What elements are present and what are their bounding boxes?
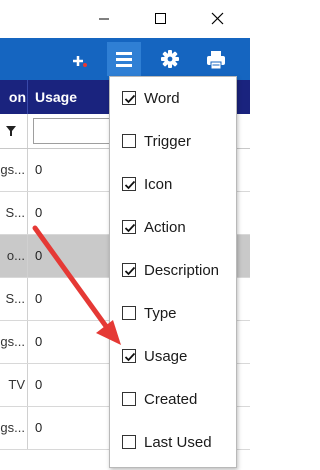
usage-cell: 0 <box>35 248 43 263</box>
checkbox-checked[interactable] <box>122 220 136 234</box>
add-icon <box>73 56 87 67</box>
usage-cell: 0 <box>35 162 43 177</box>
column-header[interactable]: on <box>0 80 28 114</box>
menu-item-icon[interactable]: Icon <box>110 163 236 207</box>
checkmark-icon <box>124 223 136 233</box>
menu-item-word[interactable]: Word <box>110 77 236 121</box>
checkbox-unchecked[interactable] <box>122 306 136 320</box>
checkbox-unchecked[interactable] <box>122 435 136 449</box>
settings-button[interactable] <box>153 42 187 76</box>
checkbox-unchecked[interactable] <box>122 392 136 406</box>
column-chooser-menu: Word Trigger Icon Action Description Typ… <box>109 76 237 468</box>
checkmark-icon <box>124 180 136 190</box>
checkbox-checked[interactable] <box>122 349 136 363</box>
menu-item-usage[interactable]: Usage <box>110 335 236 379</box>
maximize-button[interactable] <box>137 0 183 38</box>
columns-menu-button[interactable] <box>107 42 141 76</box>
gear-icon <box>161 50 179 68</box>
usage-cell: 0 <box>35 291 43 306</box>
print-button[interactable] <box>199 42 233 76</box>
maximize-icon <box>155 13 166 24</box>
checkbox-checked[interactable] <box>122 177 136 191</box>
close-button[interactable] <box>196 0 242 38</box>
menu-item-action[interactable]: Action <box>110 206 236 250</box>
column-header-label: Usage <box>35 89 78 105</box>
checkbox-checked[interactable] <box>122 91 136 105</box>
usage-cell: 0 <box>35 334 43 349</box>
filter-icon[interactable] <box>5 125 17 137</box>
checkbox-checked[interactable] <box>122 263 136 277</box>
checkmark-icon <box>124 266 136 276</box>
menu-item-type[interactable]: Type <box>110 292 236 336</box>
printer-icon <box>207 51 225 70</box>
title-bar <box>0 0 250 38</box>
minimize-icon <box>99 18 109 20</box>
add-button[interactable] <box>63 42 97 76</box>
menu-item-description[interactable]: Description <box>110 249 236 293</box>
toolbar <box>0 38 250 80</box>
menu-icon <box>116 52 132 67</box>
checkmark-icon <box>124 94 136 104</box>
menu-item-last-used[interactable]: Last Used <box>110 421 236 465</box>
usage-cell: 0 <box>35 377 43 392</box>
minimize-button[interactable] <box>87 0 133 38</box>
usage-cell: 0 <box>35 205 43 220</box>
usage-cell: 0 <box>35 420 43 435</box>
menu-item-trigger[interactable]: Trigger <box>110 120 236 164</box>
checkmark-icon <box>124 352 136 362</box>
menu-item-created[interactable]: Created <box>110 378 236 422</box>
checkbox-unchecked[interactable] <box>122 134 136 148</box>
close-icon <box>211 12 224 25</box>
